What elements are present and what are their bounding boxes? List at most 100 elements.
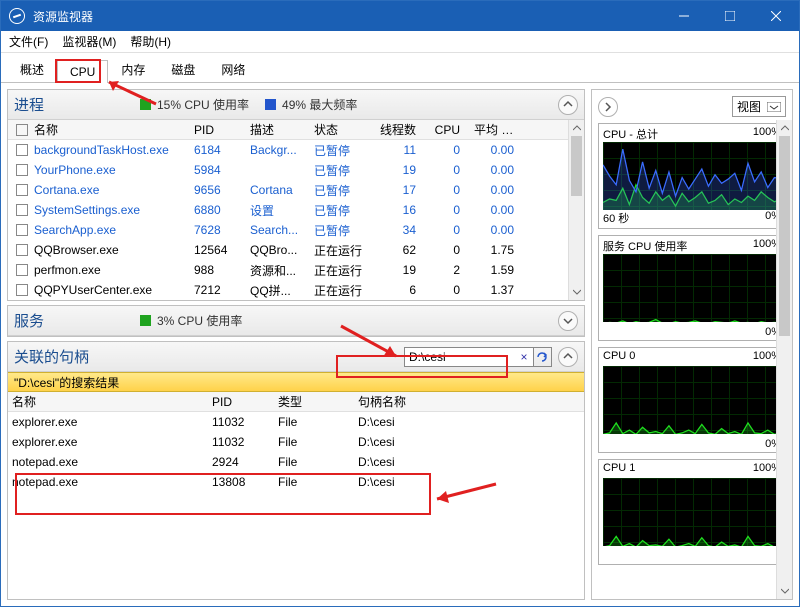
collapse-charts-button[interactable] [598, 97, 618, 117]
proc-threads: 16 [372, 203, 426, 217]
proc-status: 已暂停 [310, 142, 372, 159]
scroll-thumb[interactable] [571, 136, 582, 196]
proc-name: SystemSettings.exe [30, 203, 190, 217]
checkbox-all[interactable] [16, 124, 28, 136]
square-icon [265, 99, 276, 110]
row-checkbox[interactable] [16, 164, 28, 176]
hcol-hname[interactable]: 句柄名称 [354, 393, 544, 410]
proc-avg: 0.00 [470, 203, 524, 217]
proc-pid: 7628 [190, 223, 246, 237]
proc-avg: 0.00 [470, 183, 524, 197]
proc-name: SearchApp.exe [30, 223, 190, 237]
handle-row[interactable]: notepad.exe13808FileD:\cesi [8, 472, 584, 492]
minimize-button[interactable] [661, 1, 707, 31]
scrollbar[interactable] [568, 120, 584, 300]
tab-cpu[interactable]: CPU [57, 60, 108, 83]
row-checkbox[interactable] [16, 264, 28, 276]
proc-status: 正在运行 [310, 282, 372, 299]
scroll-down-icon[interactable] [569, 284, 584, 300]
handle-row[interactable]: notepad.exe2924FileD:\cesi [8, 452, 584, 472]
proc-threads: 19 [372, 163, 426, 177]
col-cpu[interactable]: CPU [426, 123, 470, 137]
scroll-down-icon[interactable] [777, 583, 792, 599]
process-row[interactable]: QQPYUserCenter.exe7212QQ拼...正在运行601.37 [8, 280, 584, 300]
proc-status: 正在运行 [310, 262, 372, 279]
hcol-type[interactable]: 类型 [274, 393, 354, 410]
col-avg[interactable]: 平均 C... [470, 121, 524, 138]
process-row[interactable]: YourPhone.exe5984已暂停1900.00 [8, 160, 584, 180]
handle-pid: 11032 [208, 415, 274, 429]
charts-scrollbar[interactable] [776, 120, 792, 599]
row-checkbox[interactable] [16, 184, 28, 196]
view-select[interactable]: 视图 [732, 96, 786, 117]
handle-row[interactable]: explorer.exe11032FileD:\cesi [8, 412, 584, 432]
tab-memory[interactable]: 内存 [108, 56, 158, 82]
handle-search-input[interactable] [404, 347, 534, 367]
proc-threads: 11 [372, 143, 426, 157]
row-checkbox[interactable] [16, 284, 28, 296]
tab-disk[interactable]: 磁盘 [158, 56, 208, 82]
proc-name: QQPYUserCenter.exe [30, 283, 190, 297]
maximize-button[interactable] [707, 1, 753, 31]
proc-name: QQBrowser.exe [30, 243, 190, 257]
dropdown-icon [767, 102, 781, 112]
collapse-button[interactable] [558, 95, 578, 115]
handles-rows: explorer.exe11032FileD:\cesiexplorer.exe… [8, 412, 584, 532]
tab-overview[interactable]: 概述 [7, 56, 57, 82]
proc-pid: 7212 [190, 283, 246, 297]
row-checkbox[interactable] [16, 144, 28, 156]
row-checkbox[interactable] [16, 204, 28, 216]
process-row[interactable]: perfmon.exe988资源和...正在运行1921.59 [8, 260, 584, 280]
scroll-up-icon[interactable] [777, 120, 792, 136]
handle-type: File [274, 435, 354, 449]
process-row[interactable]: SearchApp.exe7628Search...已暂停3400.00 [8, 220, 584, 240]
handle-row[interactable]: explorer.exe11032FileD:\cesi [8, 432, 584, 452]
proc-threads: 19 [372, 263, 426, 277]
proc-avg: 1.59 [470, 263, 524, 277]
handle-hname: D:\cesi [354, 455, 544, 469]
close-button[interactable] [753, 1, 799, 31]
menu-monitor[interactable]: 监视器(M) [62, 33, 116, 50]
proc-desc: QQBro... [246, 243, 310, 257]
process-row[interactable]: SystemSettings.exe6880设置已暂停1600.00 [8, 200, 584, 220]
proc-desc: Search... [246, 223, 310, 237]
process-row[interactable]: backgroundTaskHost.exe6184Backgr...已暂停11… [8, 140, 584, 160]
app-icon [9, 8, 25, 24]
process-row[interactable]: QQBrowser.exe12564QQBro...正在运行6201.75 [8, 240, 584, 260]
hcol-pid[interactable]: PID [208, 395, 274, 409]
col-pid[interactable]: PID [190, 123, 246, 137]
hcol-name[interactable]: 名称 [8, 393, 208, 410]
menu-help[interactable]: 帮助(H) [130, 33, 171, 50]
handle-type: File [274, 455, 354, 469]
col-threads[interactable]: 线程数 [372, 121, 426, 138]
chart-title: CPU 0 [603, 350, 635, 362]
proc-cpu: 0 [426, 243, 470, 257]
proc-status: 已暂停 [310, 182, 372, 199]
proc-avg: 0.00 [470, 163, 524, 177]
proc-name: YourPhone.exe [30, 163, 190, 177]
expand-button[interactable] [558, 311, 578, 331]
services-title: 服务 [14, 310, 124, 331]
cpu-chart: CPU 1100% [598, 459, 786, 565]
clear-search-icon[interactable]: × [516, 350, 532, 364]
col-status[interactable]: 状态 [310, 121, 372, 138]
proc-pid: 6880 [190, 203, 246, 217]
scroll-thumb[interactable] [779, 136, 790, 336]
proc-cpu: 0 [426, 203, 470, 217]
tab-network[interactable]: 网络 [208, 56, 258, 82]
charts-pane: 视图 CPU - 总计100%60 秒0%服务 CPU 使用率100%0%CPU… [591, 89, 793, 600]
process-row[interactable]: Cortana.exe9656Cortana已暂停1700.00 [8, 180, 584, 200]
col-name[interactable]: 名称 [30, 121, 190, 138]
search-button[interactable] [532, 347, 552, 367]
row-checkbox[interactable] [16, 224, 28, 236]
menu-file[interactable]: 文件(F) [9, 33, 48, 50]
col-desc[interactable]: 描述 [246, 121, 310, 138]
processes-header[interactable]: 进程 15% CPU 使用率 49% 最大频率 [8, 90, 584, 120]
row-checkbox[interactable] [16, 244, 28, 256]
proc-cpu: 2 [426, 263, 470, 277]
services-header[interactable]: 服务 3% CPU 使用率 [8, 306, 584, 336]
collapse-button[interactable] [558, 347, 578, 367]
scroll-up-icon[interactable] [569, 120, 584, 136]
handles-columns: 名称 PID 类型 句柄名称 [8, 392, 584, 412]
processes-panel: 进程 15% CPU 使用率 49% 最大频率 名称 PID 描述 状态 线程数… [7, 89, 585, 301]
